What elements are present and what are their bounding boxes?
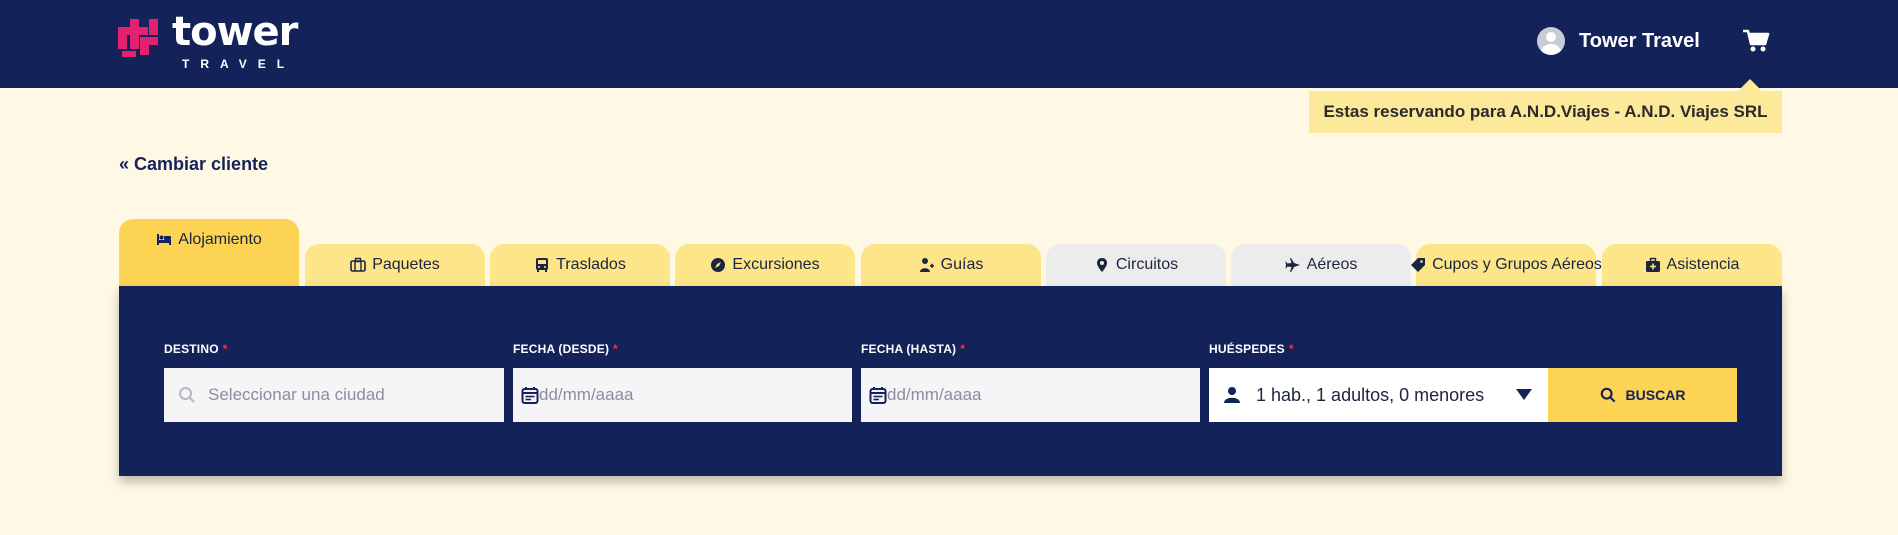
search-panel: DESTINO * Seleccionar una ciudad FECHA (D… [119,286,1782,476]
tab-label: Traslados [556,256,626,273]
calendar-icon [521,387,539,404]
booking-for-notice: Estas reservando para A.N.D.Viajes - A.N… [1309,79,1782,133]
destino-label: DESTINO * [164,342,228,356]
tag-icon [1411,258,1426,272]
bed-icon [157,234,172,245]
user-name: Tower Travel [1579,29,1700,52]
tab-cupos-grupos-aereos[interactable]: Cupos y Grupos Aéreos [1411,244,1602,286]
change-client-link[interactable]: « Cambiar cliente [119,154,268,175]
cart-icon[interactable] [1742,28,1770,54]
suitcase-icon [350,257,366,272]
tab-label: Aéreos [1306,256,1358,273]
tab-guias[interactable]: Guías [861,244,1041,286]
tab-label: Circuitos [1115,256,1179,273]
logo-mark-icon [118,19,158,57]
person-icon [1224,387,1240,403]
plane-icon [1285,258,1300,272]
caret-down-icon [1516,389,1532,400]
fecha-hasta-label: FECHA (HASTA) * [861,342,966,356]
user-avatar-icon [1537,27,1565,55]
user-menu[interactable]: Tower Travel [1537,26,1700,56]
tab-traslados[interactable]: Traslados [490,244,670,286]
search-icon [1600,387,1615,403]
tab-asistencia[interactable]: Asistencia [1602,244,1782,286]
search-icon [179,387,195,403]
tab-label: Paquetes [372,256,440,273]
logo-wordmark: tower [172,9,298,55]
fecha-desde-field[interactable]: dd/mm/aaaa [513,368,852,422]
tab-excursiones[interactable]: Excursiones [675,244,855,286]
fecha-desde-label: FECHA (DESDE) * [513,342,619,356]
huespedes-label: HUÉSPEDES * [1209,342,1294,356]
logo-subtitle: TRAVEL [182,57,296,71]
fecha-hasta-placeholder: dd/mm/aaaa [887,385,982,404]
huespedes-value: 1 hab., 1 adultos, 0 menores [1256,384,1485,405]
calendar-icon [869,387,887,404]
tab-aereos[interactable]: Aéreos [1231,244,1411,286]
tower-travel-logo[interactable]: tower TRAVEL [118,9,318,71]
top-navbar: tower TRAVEL Tower Travel [0,0,1898,88]
tab-label: Cupos y Grupos Aéreos [1432,256,1602,273]
tab-label: Asistencia [1666,256,1740,273]
search-button-label: BUSCAR [1625,387,1686,403]
guide-icon [919,258,934,272]
map-pin-icon [1096,258,1107,272]
tab-label: Guías [940,256,984,273]
tab-alojamiento[interactable]: Alojamiento [119,219,299,286]
bus-icon [536,258,549,272]
destino-field[interactable]: Seleccionar una ciudad [164,368,504,422]
destino-placeholder: Seleccionar una ciudad [208,385,385,404]
search-button[interactable]: BUSCAR [1548,368,1737,422]
tab-label: Alojamiento [178,231,262,248]
tab-paquetes[interactable]: Paquetes [305,244,485,286]
medkit-icon [1645,257,1660,272]
fecha-desde-placeholder: dd/mm/aaaa [539,385,634,404]
compass-icon [711,258,726,272]
fecha-hasta-field[interactable]: dd/mm/aaaa [861,368,1200,422]
tab-circuitos[interactable]: Circuitos [1046,244,1226,286]
tab-label: Excursiones [732,256,820,273]
huespedes-selector[interactable]: 1 hab., 1 adultos, 0 menores [1209,368,1548,422]
